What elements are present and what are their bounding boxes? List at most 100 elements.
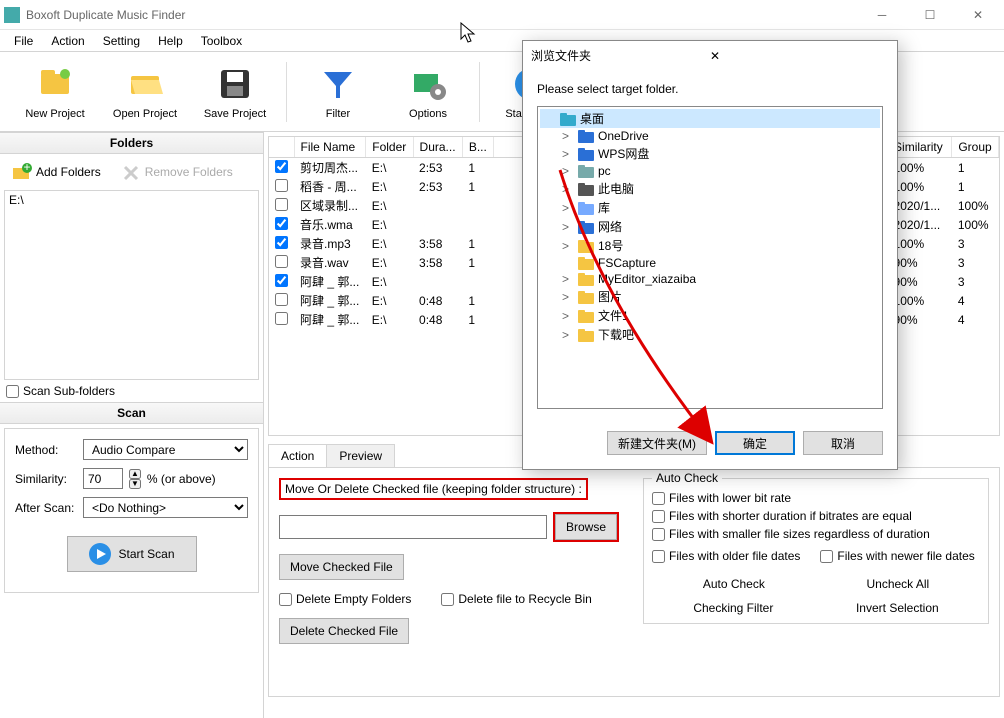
tree-item[interactable]: >下载吧 bbox=[540, 325, 880, 344]
expand-icon[interactable]: > bbox=[562, 129, 574, 143]
folder-tree[interactable]: 桌面>OneDrive>WPS网盘>pc>此电脑>库>网络>18号FSCaptu… bbox=[537, 106, 883, 409]
tree-item[interactable]: >此电脑 bbox=[540, 179, 880, 198]
browse-button[interactable]: Browse bbox=[555, 514, 617, 540]
menu-help[interactable]: Help bbox=[150, 32, 191, 50]
similarity-suffix: % (or above) bbox=[147, 472, 216, 486]
method-select[interactable]: Audio Compare bbox=[83, 439, 248, 460]
menu-toolbox[interactable]: Toolbox bbox=[193, 32, 250, 50]
browse-folder-dialog: 浏览文件夹 ✕ Please select target folder. 桌面>… bbox=[522, 40, 898, 470]
expand-icon[interactable]: > bbox=[562, 164, 574, 178]
move-checked-button[interactable]: Move Checked File bbox=[279, 554, 404, 580]
tab-preview[interactable]: Preview bbox=[326, 444, 395, 467]
expand-icon[interactable]: > bbox=[562, 182, 574, 196]
column-header[interactable]: B... bbox=[462, 137, 493, 158]
menu-file[interactable]: File bbox=[6, 32, 41, 50]
new-project-button[interactable]: New Project bbox=[10, 56, 100, 128]
row-checkbox[interactable] bbox=[275, 255, 288, 268]
save-icon bbox=[215, 64, 255, 104]
checking-filter-button[interactable]: Checking Filter bbox=[693, 601, 773, 615]
after-scan-label: After Scan: bbox=[15, 501, 77, 515]
folder-list[interactable]: E:\ bbox=[4, 190, 259, 380]
column-header[interactable]: Group bbox=[952, 137, 999, 158]
filter-button[interactable]: Filter bbox=[293, 56, 383, 128]
tree-item[interactable]: >18号 bbox=[540, 236, 880, 255]
expand-icon[interactable]: > bbox=[562, 201, 574, 215]
similarity-input[interactable] bbox=[83, 468, 123, 489]
row-checkbox[interactable] bbox=[275, 198, 288, 211]
column-header[interactable]: Dura... bbox=[413, 137, 462, 158]
expand-icon[interactable]: > bbox=[562, 239, 574, 253]
expand-icon[interactable]: > bbox=[562, 328, 574, 342]
row-checkbox[interactable] bbox=[275, 312, 288, 325]
row-checkbox[interactable] bbox=[275, 236, 288, 249]
tree-item[interactable]: >MyEditor_xiazaiba bbox=[540, 271, 880, 287]
expand-icon[interactable]: > bbox=[562, 309, 574, 323]
after-scan-select[interactable]: <Do Nothing> bbox=[83, 497, 248, 518]
expand-icon[interactable]: > bbox=[562, 220, 574, 234]
row-checkbox[interactable] bbox=[275, 293, 288, 306]
expand-icon[interactable]: > bbox=[562, 272, 574, 286]
open-project-button[interactable]: Open Project bbox=[100, 56, 190, 128]
ac-newer-dates[interactable] bbox=[820, 550, 833, 563]
options-button[interactable]: Options bbox=[383, 56, 473, 128]
row-checkbox[interactable] bbox=[275, 274, 288, 287]
expand-icon[interactable]: > bbox=[562, 147, 574, 161]
scan-header: Scan bbox=[0, 402, 263, 424]
start-scan-button[interactable]: Start Scan bbox=[67, 536, 197, 572]
similarity-down[interactable]: ▼ bbox=[129, 479, 141, 489]
auto-check-legend: Auto Check bbox=[652, 471, 722, 485]
app-icon bbox=[4, 7, 20, 23]
column-header[interactable]: File Name bbox=[294, 137, 366, 158]
open-project-icon bbox=[125, 64, 165, 104]
ac-smaller-size[interactable] bbox=[652, 528, 665, 541]
remove-folders-button[interactable]: Remove Folders bbox=[115, 160, 239, 184]
delete-recycle-checkbox[interactable] bbox=[441, 593, 454, 606]
row-checkbox[interactable] bbox=[275, 160, 288, 173]
tree-item[interactable]: 桌面 bbox=[540, 109, 880, 128]
row-checkbox[interactable] bbox=[275, 217, 288, 230]
delete-checked-button[interactable]: Delete Checked File bbox=[279, 618, 409, 644]
expand-icon[interactable]: > bbox=[562, 290, 574, 304]
method-label: Method: bbox=[15, 443, 77, 457]
add-folders-button[interactable]: + Add Folders bbox=[6, 160, 107, 184]
scan-subfolders-checkbox[interactable] bbox=[6, 385, 19, 398]
svg-text:+: + bbox=[23, 163, 30, 174]
target-folder-input[interactable] bbox=[279, 515, 547, 539]
delete-empty-checkbox[interactable] bbox=[279, 593, 292, 606]
tree-item[interactable]: >网络 bbox=[540, 217, 880, 236]
ok-button[interactable]: 确定 bbox=[715, 431, 795, 455]
ac-older-dates[interactable] bbox=[652, 550, 665, 563]
remove-folder-icon bbox=[121, 163, 141, 181]
add-folder-icon: + bbox=[12, 163, 32, 181]
uncheck-all-button[interactable]: Uncheck All bbox=[866, 577, 929, 591]
tree-item[interactable]: FSCapture bbox=[540, 255, 880, 271]
play-icon bbox=[88, 542, 112, 566]
tree-item[interactable]: >库 bbox=[540, 198, 880, 217]
folders-header: Folders bbox=[0, 132, 263, 154]
tree-item[interactable]: >WPS网盘 bbox=[540, 144, 880, 163]
ac-lower-bitrate[interactable] bbox=[652, 492, 665, 505]
cancel-button[interactable]: 取消 bbox=[803, 431, 883, 455]
maximize-button[interactable]: ☐ bbox=[908, 1, 952, 29]
auto-check-button[interactable]: Auto Check bbox=[703, 577, 765, 591]
column-header[interactable]: Folder bbox=[366, 137, 413, 158]
invert-selection-button[interactable]: Invert Selection bbox=[856, 601, 939, 615]
folder-entry[interactable]: E:\ bbox=[9, 193, 254, 207]
options-icon bbox=[408, 64, 448, 104]
minimize-button[interactable]: ─ bbox=[860, 1, 904, 29]
dialog-instruction: Please select target folder. bbox=[537, 82, 883, 96]
row-checkbox[interactable] bbox=[275, 179, 288, 192]
menu-action[interactable]: Action bbox=[43, 32, 92, 50]
similarity-up[interactable]: ▲ bbox=[129, 469, 141, 479]
new-folder-button[interactable]: 新建文件夹(M) bbox=[607, 431, 707, 455]
tree-item[interactable]: >图片 bbox=[540, 287, 880, 306]
save-project-button[interactable]: Save Project bbox=[190, 56, 280, 128]
ac-shorter-duration[interactable] bbox=[652, 510, 665, 523]
tab-action[interactable]: Action bbox=[268, 444, 327, 467]
tree-item[interactable]: >pc bbox=[540, 163, 880, 179]
menu-setting[interactable]: Setting bbox=[95, 32, 148, 50]
dialog-close-button[interactable]: ✕ bbox=[710, 49, 889, 63]
close-button[interactable]: ✕ bbox=[956, 1, 1000, 29]
tree-item[interactable]: >文件1 bbox=[540, 306, 880, 325]
tree-item[interactable]: >OneDrive bbox=[540, 128, 880, 144]
